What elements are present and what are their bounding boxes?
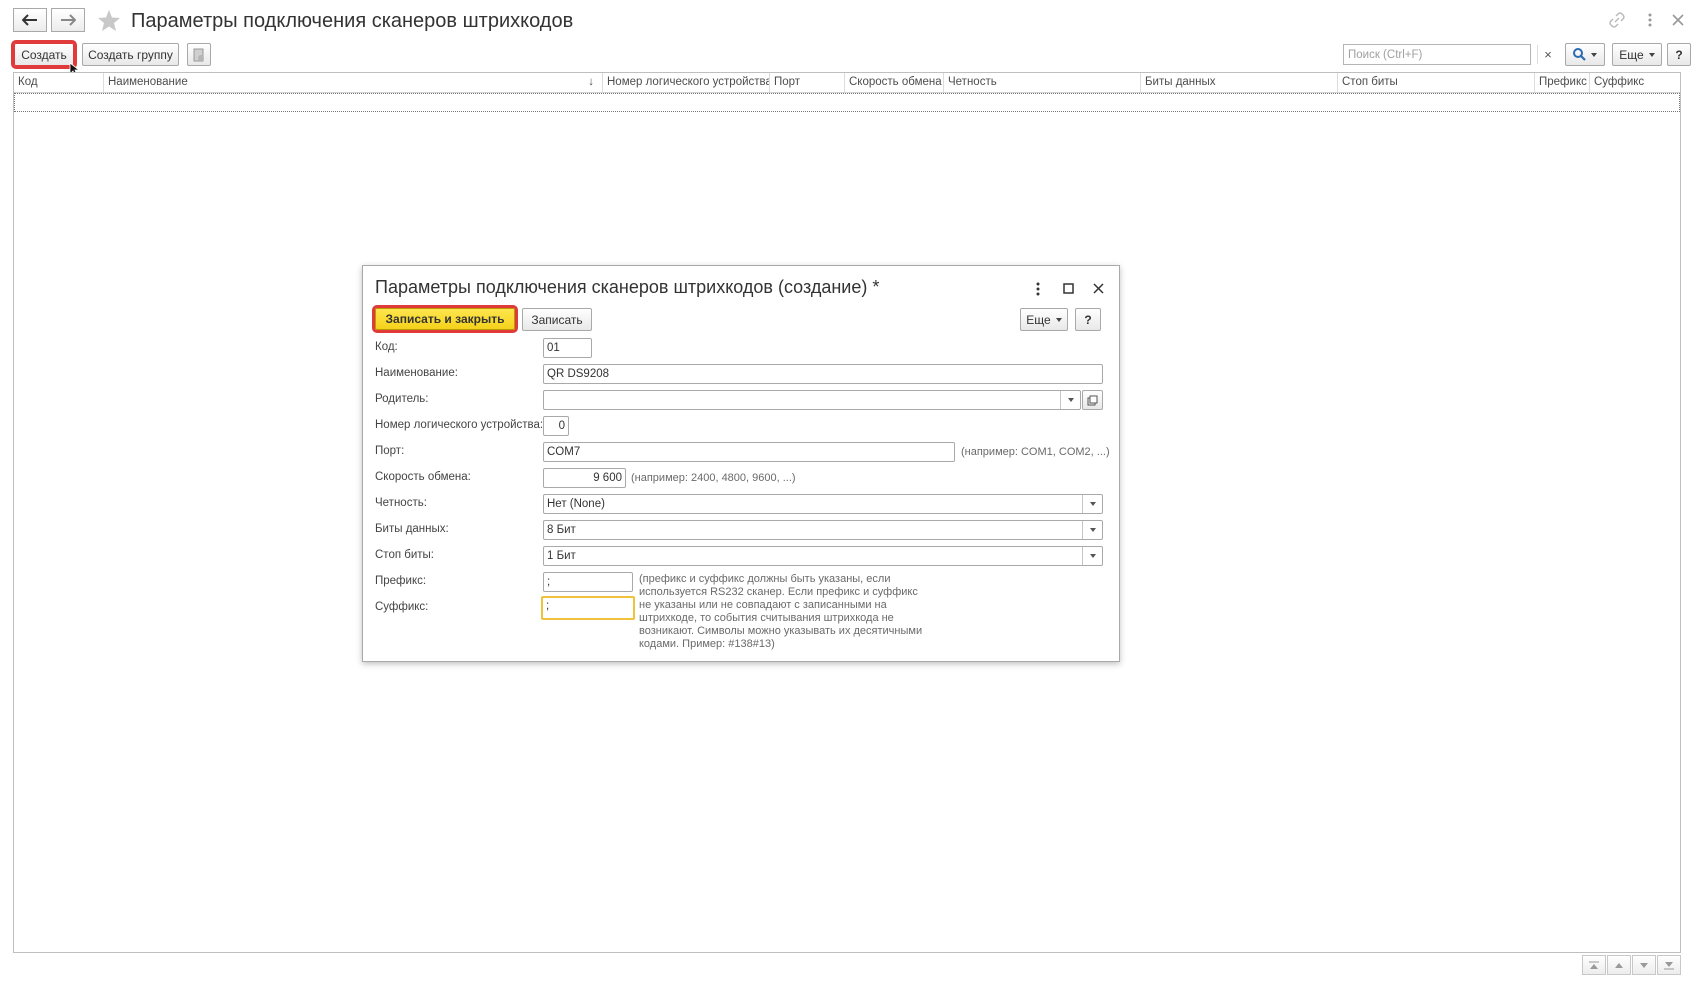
data-bits-dropdown-button[interactable] bbox=[1082, 521, 1102, 539]
forward-button[interactable] bbox=[51, 8, 85, 32]
column-header-prefix[interactable]: Префикс bbox=[1535, 73, 1590, 92]
save-button[interactable]: Записать bbox=[522, 308, 592, 331]
column-header-port[interactable]: Порт bbox=[770, 73, 845, 92]
more-button[interactable]: Еще bbox=[1612, 43, 1662, 66]
sort-arrow-icon: ↓ bbox=[588, 76, 594, 88]
parent-label: Родитель: bbox=[375, 393, 429, 405]
save-and-close-button[interactable]: Записать и закрыть bbox=[372, 305, 518, 333]
parity-label: Четность: bbox=[375, 497, 427, 509]
create-dialog: Параметры подключения сканеров штрихкодо… bbox=[362, 265, 1120, 662]
page-title: Параметры подключения сканеров штрихкодо… bbox=[131, 10, 574, 32]
dialog-close-icon[interactable] bbox=[1093, 283, 1104, 294]
code-label: Код: bbox=[375, 341, 398, 353]
open-window-icon bbox=[1087, 395, 1098, 405]
data-bits-select[interactable]: 8 Бит bbox=[543, 520, 1103, 540]
more-button-label: Еще bbox=[1619, 47, 1644, 62]
link-icon[interactable] bbox=[1609, 12, 1625, 28]
create-button[interactable]: Создать bbox=[11, 40, 77, 69]
dialog-more-vertical-icon[interactable] bbox=[1035, 281, 1041, 297]
document-icon bbox=[193, 48, 204, 61]
parity-value: Нет (None) bbox=[547, 498, 605, 510]
more-vertical-icon[interactable] bbox=[1647, 12, 1653, 28]
column-header-speed[interactable]: Скорость обмена bbox=[845, 73, 944, 92]
table-header: Код Наименование ↓ Номер логического уст… bbox=[14, 73, 1680, 93]
chevron-down-icon bbox=[1648, 52, 1655, 57]
triangle-up-icon bbox=[1615, 962, 1623, 968]
device-number-label: Номер логического устройства: bbox=[375, 419, 544, 431]
report-button[interactable] bbox=[187, 43, 211, 66]
column-header-name-label: Наименование bbox=[108, 76, 188, 88]
dialog-more-button[interactable]: Еще bbox=[1020, 308, 1068, 331]
stop-bits-select[interactable]: 1 Бит bbox=[543, 546, 1103, 566]
scroll-up-button[interactable] bbox=[1607, 955, 1631, 975]
stop-bits-label: Стоп биты: bbox=[375, 549, 434, 561]
create-group-button[interactable]: Создать группу bbox=[82, 43, 179, 66]
double-up-icon bbox=[1589, 961, 1599, 969]
column-header-suffix[interactable]: Суффикс bbox=[1590, 73, 1680, 92]
scroll-to-bottom-button[interactable] bbox=[1657, 955, 1681, 975]
column-header-name[interactable]: Наименование ↓ bbox=[104, 73, 603, 92]
close-icon[interactable] bbox=[1672, 14, 1684, 26]
column-header-stop-bits[interactable]: Стоп биты bbox=[1338, 73, 1535, 92]
table-row[interactable] bbox=[14, 93, 1680, 112]
port-label: Порт: bbox=[375, 445, 405, 457]
triangle-down-icon bbox=[1640, 962, 1648, 968]
stop-bits-value: 1 Бит bbox=[547, 550, 576, 562]
column-header-device-number[interactable]: Номер логического устройства bbox=[603, 73, 770, 92]
chevron-down-icon bbox=[1090, 554, 1096, 558]
stop-bits-dropdown-button[interactable] bbox=[1082, 547, 1102, 565]
name-label: Наименование: bbox=[375, 367, 458, 379]
back-button[interactable] bbox=[13, 8, 47, 32]
search-icon bbox=[1573, 48, 1586, 61]
port-hint: (например: COM1, COM2, ...) bbox=[961, 446, 1110, 458]
favorite-star-icon[interactable] bbox=[97, 9, 121, 32]
suffix-field[interactable]: ; bbox=[541, 596, 635, 620]
column-header-parity[interactable]: Четность bbox=[944, 73, 1141, 92]
column-header-code[interactable]: Код bbox=[14, 73, 104, 92]
chevron-down-icon bbox=[1055, 317, 1062, 322]
name-field[interactable]: QR DS9208 bbox=[543, 364, 1103, 384]
dialog-title: Параметры подключения сканеров штрихкодо… bbox=[375, 277, 880, 297]
chevron-down-icon bbox=[1090, 502, 1096, 506]
suffix-label: Суффикс: bbox=[375, 601, 429, 613]
parent-open-button[interactable] bbox=[1082, 390, 1103, 410]
speed-label: Скорость обмена: bbox=[375, 471, 471, 483]
dialog-help-button[interactable]: ? bbox=[1075, 308, 1101, 331]
help-button[interactable]: ? bbox=[1667, 43, 1691, 66]
chevron-down-icon bbox=[1090, 528, 1096, 532]
column-header-data-bits[interactable]: Биты данных bbox=[1141, 73, 1338, 92]
speed-hint: (например: 2400, 4800, 9600, ...) bbox=[631, 472, 796, 484]
parent-field[interactable] bbox=[543, 390, 1081, 410]
parent-dropdown-button[interactable] bbox=[1060, 391, 1080, 409]
search-input[interactable] bbox=[1343, 44, 1531, 65]
prefix-label: Префикс: bbox=[375, 575, 427, 587]
speed-field[interactable]: 9 600 bbox=[543, 468, 626, 488]
prefix-field[interactable]: ; bbox=[543, 572, 633, 592]
parity-dropdown-button[interactable] bbox=[1082, 495, 1102, 513]
search-clear-button[interactable]: × bbox=[1537, 45, 1558, 64]
code-field[interactable]: 01 bbox=[543, 338, 592, 358]
chevron-down-icon bbox=[1591, 52, 1597, 57]
device-number-field[interactable]: 0 bbox=[543, 416, 569, 436]
chevron-down-icon bbox=[1068, 398, 1074, 402]
arrow-left-icon bbox=[22, 14, 37, 26]
scroll-to-top-button[interactable] bbox=[1582, 955, 1606, 975]
scroll-down-button[interactable] bbox=[1632, 955, 1656, 975]
parity-select[interactable]: Нет (None) bbox=[543, 494, 1103, 514]
double-down-icon bbox=[1664, 961, 1674, 969]
search-options-button[interactable] bbox=[1565, 43, 1605, 66]
data-bits-value: 8 Бит bbox=[547, 524, 576, 536]
data-bits-label: Биты данных: bbox=[375, 523, 449, 535]
prefix-suffix-note: (префикс и суффикс должны быть указаны, … bbox=[639, 573, 923, 650]
port-field[interactable]: COM7 bbox=[543, 442, 955, 462]
arrow-right-icon bbox=[61, 14, 76, 26]
dialog-more-label: Еще bbox=[1026, 312, 1051, 327]
maximize-icon[interactable] bbox=[1063, 283, 1074, 294]
